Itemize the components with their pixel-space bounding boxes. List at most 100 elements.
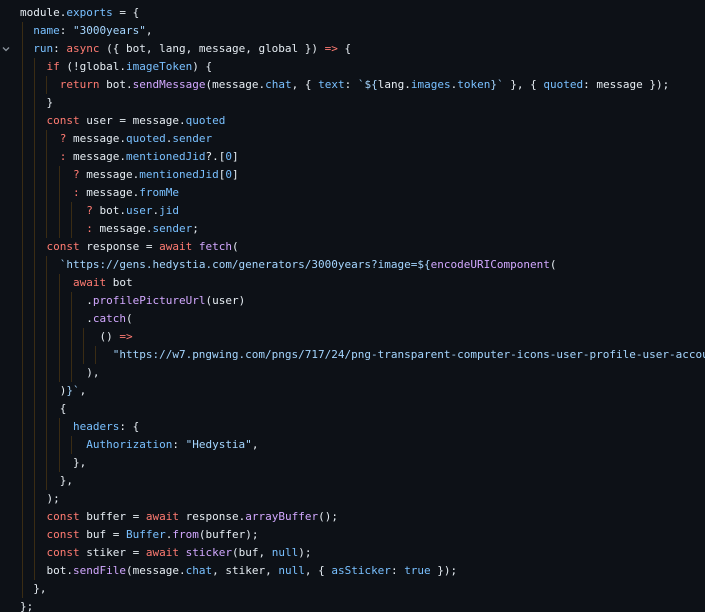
code-token: run <box>33 42 54 55</box>
code-token: user <box>125 204 153 217</box>
code-token: ); <box>298 546 312 559</box>
indent-guide <box>34 508 36 526</box>
code-line: ? message.mentionedJid[0] <box>20 166 705 184</box>
code-token: asSticker <box>331 564 391 577</box>
indent-guide <box>46 76 48 94</box>
code-token: const <box>46 546 80 559</box>
indent-guide <box>22 526 23 544</box>
code-line: await bot <box>20 274 705 292</box>
code-token: , stiker, <box>212 564 279 577</box>
indent-guide <box>46 328 48 346</box>
code-line: Authorization: "Hedystia", <box>20 436 705 454</box>
indent-guide <box>22 382 23 400</box>
code-token: }, { <box>503 78 544 91</box>
code-token: ( <box>125 312 133 325</box>
code-line: run: async ({ bot, lang, message, global… <box>20 40 705 58</box>
code-token: Authorization <box>86 438 173 451</box>
code-token: 0 <box>225 150 232 163</box>
code-token: const <box>46 510 80 523</box>
chevron-down-icon[interactable] <box>1 44 11 54</box>
code-token: catch <box>92 312 126 325</box>
indent-guide <box>46 166 48 184</box>
indent-guide <box>58 220 60 238</box>
indent-guide <box>58 418 60 436</box>
code-token: : <box>344 78 358 91</box>
code-token: , { <box>304 564 332 577</box>
indent-guide <box>22 256 23 274</box>
indent-guide <box>70 202 72 220</box>
indent-guide <box>46 382 48 400</box>
indent-guide <box>46 364 48 382</box>
indent-guide <box>34 112 36 130</box>
indent-guide <box>22 292 23 310</box>
indent-guide <box>22 508 23 526</box>
code-token: buf = <box>79 528 126 541</box>
indent-guide <box>83 346 84 364</box>
indent-guide <box>70 346 72 364</box>
indent-guide <box>34 292 36 310</box>
code-line: return bot.sendMessage(message.chat, { t… <box>20 76 705 94</box>
code-token: { <box>59 402 67 415</box>
code-token: text <box>318 78 345 91</box>
code-token: ({ bot, lang, message, global }) <box>99 42 325 55</box>
code-token: quoted <box>185 114 226 127</box>
code-token: (message. <box>205 78 266 91</box>
indent-guide <box>22 346 23 364</box>
code-editor[interactable]: module.exports = { name: "3000years", ru… <box>0 0 705 612</box>
indent-guide <box>70 292 72 310</box>
code-line: const buffer = await response.arrayBuffe… <box>20 508 705 526</box>
indent-guide <box>46 292 48 310</box>
code-token: ( <box>549 258 557 271</box>
code-token: }; <box>20 600 34 612</box>
indent-guide <box>22 130 23 148</box>
code-token: quoted <box>125 132 166 145</box>
indent-guide <box>34 310 36 328</box>
code-line: } <box>20 94 705 112</box>
code-token: = { <box>112 6 140 19</box>
code-token: null <box>278 564 305 577</box>
code-token: bot. <box>92 204 126 217</box>
indent-guide <box>46 454 48 472</box>
indent-guide <box>22 274 23 292</box>
code-token: ] <box>231 150 239 163</box>
indent-guide <box>22 220 23 238</box>
code-token: fromMe <box>139 186 179 199</box>
indent-guide <box>46 202 48 220</box>
code-token: : <box>86 222 93 235</box>
indent-guide <box>34 472 36 490</box>
indent-guide <box>34 544 36 562</box>
code-token: : <box>172 438 186 451</box>
indent-guide <box>22 184 23 202</box>
indent-guide <box>22 202 23 220</box>
code-token: 0 <box>225 168 232 181</box>
code-token: { <box>337 42 352 55</box>
indent-guide <box>22 40 23 58</box>
code-token: }` <box>66 384 80 397</box>
code-token: `${ <box>357 78 378 91</box>
code-token: ? <box>72 168 80 181</box>
indent-guide <box>34 256 36 274</box>
code-token: ] <box>231 168 239 181</box>
code-line: .profilePictureUrl(user) <box>20 292 705 310</box>
code-token: const <box>46 528 80 541</box>
code-token: fetch <box>198 240 232 253</box>
code-token: sticker <box>185 546 232 559</box>
code-line: name: "3000years", <box>20 22 705 40</box>
indent-guide <box>22 436 23 454</box>
code-token: sender <box>172 132 213 145</box>
code-token: sendFile <box>73 564 126 577</box>
code-token: , <box>145 24 153 37</box>
code-token: : <box>72 186 80 199</box>
code-token: response. <box>178 510 246 523</box>
code-token: message. <box>66 132 126 145</box>
code-token: } <box>46 96 54 109</box>
indent-guide <box>34 166 36 184</box>
code-area[interactable]: module.exports = { name: "3000years", ru… <box>20 4 705 612</box>
indent-guide <box>58 202 60 220</box>
indent-guide <box>46 400 48 418</box>
